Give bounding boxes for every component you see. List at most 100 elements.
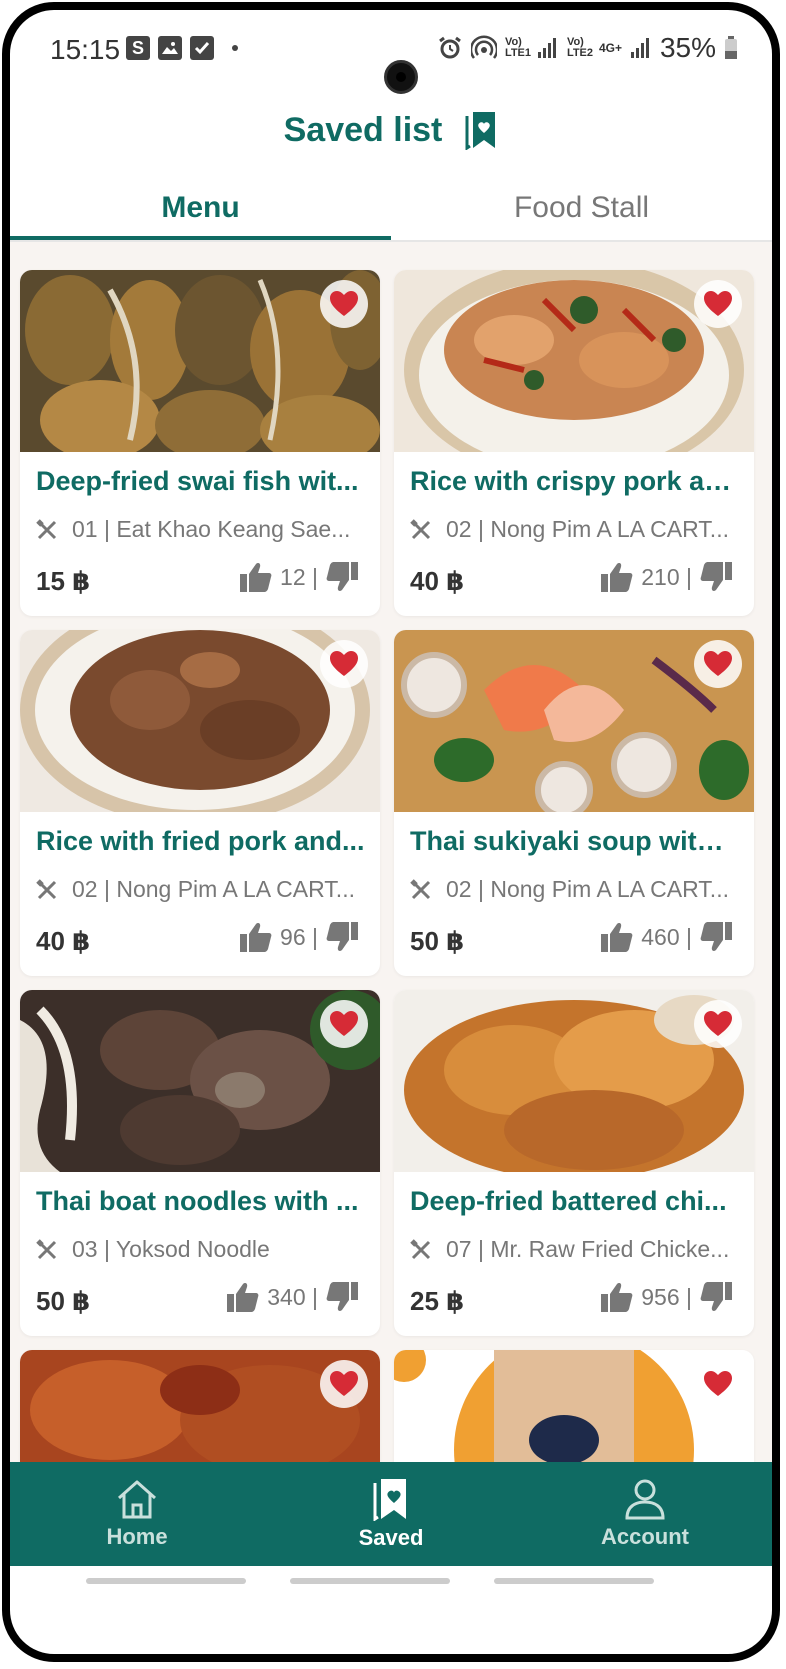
item-votes: 96 | bbox=[240, 922, 358, 952]
volte-lte1-icon: Vo) LTE1 bbox=[504, 36, 532, 59]
user-icon bbox=[625, 1479, 665, 1520]
tab-food-stall[interactable]: Food Stall bbox=[391, 176, 772, 240]
item-title: Deep-fried swai fish wit... bbox=[36, 466, 359, 496]
utensils-icon bbox=[36, 1238, 57, 1259]
page-title: Saved list bbox=[283, 110, 443, 149]
saved-item-card[interactable]: Rice with crispy pork an... 02 | Nong Pi… bbox=[394, 270, 754, 616]
system-gesture-bar bbox=[10, 1566, 772, 1596]
gesture-line[interactable] bbox=[494, 1578, 654, 1584]
saved-item-card[interactable]: Thai boat noodles with ... 03 | Yoksod N… bbox=[20, 990, 380, 1336]
item-votes: 340 | bbox=[227, 1282, 358, 1312]
status-right-icons: Vo) LTE1 Vo) LTE2 4G+ 35% bbox=[437, 32, 738, 64]
saved-list-content[interactable]: Deep-fried swai fish wit... 01 | Eat Kha… bbox=[10, 242, 772, 1462]
item-price: 50 ฿ bbox=[36, 1286, 91, 1316]
fried-fish-photo bbox=[20, 270, 380, 465]
item-price: 15 ฿ bbox=[36, 566, 91, 596]
home-icon bbox=[118, 1480, 156, 1519]
hotspot-icon bbox=[470, 35, 497, 59]
favorite-heart-button[interactable] bbox=[694, 1360, 742, 1408]
status-time: 15:15 bbox=[50, 34, 121, 65]
thumbs-down-icon[interactable] bbox=[326, 1282, 358, 1312]
utensils-icon bbox=[36, 518, 57, 539]
favorite-heart-button[interactable] bbox=[320, 1360, 368, 1408]
heart-icon bbox=[704, 1371, 732, 1396]
favorite-heart-button[interactable] bbox=[694, 640, 742, 688]
thumbs-up-icon[interactable] bbox=[240, 922, 272, 952]
thumbs-down-icon[interactable] bbox=[700, 562, 732, 592]
stall-name: 07 | Mr. Raw Fried Chicke... bbox=[446, 1236, 730, 1262]
saved-item-card[interactable]: Deep-fried swai fish wit... 01 | Eat Kha… bbox=[20, 270, 380, 616]
utensils-icon bbox=[36, 878, 57, 899]
item-stall: 02 | Nong Pim A LA CART... bbox=[410, 876, 740, 903]
check-icon bbox=[190, 36, 214, 60]
stall-name: 01 | Eat Khao Keang Sae... bbox=[72, 516, 351, 542]
thumbs-down-icon[interactable] bbox=[326, 562, 358, 592]
bottom-navigation: Home Saved Account bbox=[10, 1462, 772, 1566]
saved-item-card[interactable]: Thai sukiyaki soup with ... 02 | Nong Pi… bbox=[394, 630, 754, 976]
thumbs-down-icon[interactable] bbox=[326, 922, 358, 952]
thumbs-up-icon[interactable] bbox=[601, 562, 633, 592]
thumbs-down-icon[interactable] bbox=[700, 922, 732, 952]
nav-account[interactable]: Account bbox=[518, 1462, 772, 1566]
saved-item-card[interactable] bbox=[394, 1350, 754, 1462]
front-camera bbox=[384, 60, 418, 94]
fried-chicken-photo bbox=[394, 990, 754, 1180]
stall-name: 02 | Nong Pim A LA CART... bbox=[446, 876, 729, 902]
favorite-heart-button[interactable] bbox=[320, 1000, 368, 1048]
item-price: 40 ฿ bbox=[410, 566, 465, 596]
thumbs-up-icon[interactable] bbox=[601, 922, 633, 952]
tab-bar: Menu Food Stall bbox=[10, 176, 772, 240]
gesture-line[interactable] bbox=[290, 1578, 450, 1584]
item-votes: 460 | bbox=[601, 922, 732, 952]
stall-name: 02 | Nong Pim A LA CART... bbox=[72, 876, 355, 902]
fried-chicken-2-photo bbox=[20, 1350, 380, 1462]
status-left-icons: S bbox=[126, 36, 238, 60]
thumbs-down-icon[interactable] bbox=[700, 1282, 732, 1312]
favorite-heart-button[interactable] bbox=[320, 640, 368, 688]
thumbs-up-icon[interactable] bbox=[601, 1282, 633, 1312]
heart-icon bbox=[704, 651, 732, 676]
item-votes: 210 | bbox=[601, 562, 732, 592]
crispy-pork-rice-photo bbox=[394, 270, 754, 480]
stall-name: 02 | Nong Pim A LA CART... bbox=[446, 516, 729, 542]
item-title: Rice with fried pork and... bbox=[36, 826, 365, 856]
like-count: 96 | bbox=[280, 923, 318, 950]
saved-item-card[interactable] bbox=[20, 1350, 380, 1462]
heart-icon bbox=[704, 1011, 732, 1036]
signal-icon bbox=[537, 38, 556, 58]
utensils-icon bbox=[410, 518, 431, 539]
item-price: 25 ฿ bbox=[410, 1286, 465, 1316]
favorite-heart-button[interactable] bbox=[694, 1000, 742, 1048]
nav-home[interactable]: Home bbox=[10, 1462, 264, 1566]
heart-icon bbox=[330, 291, 358, 316]
heart-icon bbox=[704, 291, 732, 316]
bookmark-heart-icon bbox=[465, 112, 496, 150]
phone-frame: 15:15 S Vo) LTE1 Vo) LTE2 4G+ 35% Saved … bbox=[2, 2, 780, 1662]
stall-name: 03 | Yoksod Noodle bbox=[72, 1236, 270, 1262]
saved-item-card[interactable]: Deep-fried battered chi... 07 | Mr. Raw … bbox=[394, 990, 754, 1336]
like-count: 460 | bbox=[641, 923, 692, 950]
utensils-icon bbox=[410, 878, 431, 899]
4g-icon: 4G+ bbox=[598, 41, 622, 55]
item-stall: 03 | Yoksod Noodle bbox=[36, 1236, 366, 1263]
thumbs-up-icon[interactable] bbox=[240, 562, 272, 592]
image-icon bbox=[158, 36, 182, 60]
tab-menu[interactable]: Menu bbox=[10, 176, 391, 240]
favorite-heart-button[interactable] bbox=[320, 280, 368, 328]
saved-item-card[interactable]: Rice with fried pork and... 02 | Nong Pi… bbox=[20, 630, 380, 976]
gesture-line[interactable] bbox=[86, 1578, 246, 1584]
thumbs-up-icon[interactable] bbox=[227, 1282, 259, 1312]
item-stall: 01 | Eat Khao Keang Sae... bbox=[36, 516, 366, 543]
item-title: Thai sukiyaki soup with ... bbox=[410, 826, 740, 856]
item-title: Deep-fried battered chi... bbox=[410, 1186, 727, 1216]
like-count: 12 | bbox=[280, 563, 318, 590]
alarm-icon bbox=[439, 36, 461, 59]
nav-saved[interactable]: Saved bbox=[264, 1462, 518, 1566]
favorite-heart-button[interactable] bbox=[694, 280, 742, 328]
signal-icon bbox=[630, 38, 649, 58]
item-title: Thai boat noodles with ... bbox=[36, 1186, 359, 1216]
sukiyaki-soup-photo bbox=[394, 630, 754, 819]
battery-icon bbox=[725, 36, 737, 59]
item-votes: 956 | bbox=[601, 1282, 732, 1312]
like-count: 210 | bbox=[641, 563, 692, 590]
